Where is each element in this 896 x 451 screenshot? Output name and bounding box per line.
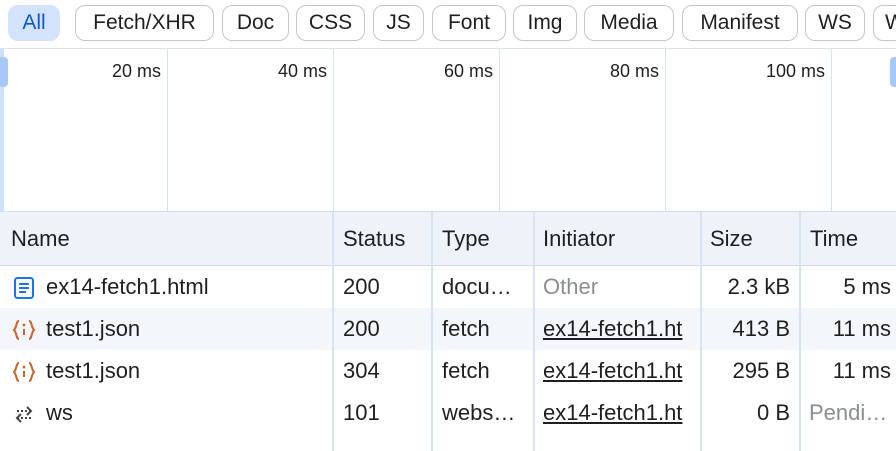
filter-media-button[interactable]: Media <box>584 5 674 41</box>
filter-manifest-button[interactable]: Manifest <box>682 5 798 41</box>
timeline-gridline <box>167 49 168 212</box>
request-type: fetch <box>442 358 490 383</box>
request-type: docu… <box>442 274 512 299</box>
resource-type-filter-bar: All Fetch/XHR Doc CSS JS Font Img Media … <box>0 0 896 48</box>
filter-js-button[interactable]: JS <box>373 5 424 41</box>
request-size: 295 B <box>732 358 791 383</box>
column-divider[interactable] <box>799 212 801 451</box>
column-header-time[interactable]: Time <box>810 212 858 266</box>
request-time: 11 ms <box>832 316 891 341</box>
column-header-name[interactable]: Name <box>11 212 70 266</box>
request-name: ws <box>46 400 73 425</box>
request-initiator: Other <box>543 274 599 299</box>
websocket-icon <box>15 406 33 423</box>
timeline-tick-label: 80 ms <box>609 61 659 81</box>
request-name: test1.json <box>46 358 141 383</box>
filter-all-button[interactable]: All <box>8 5 60 41</box>
request-name: ex14-fetch1.html <box>46 274 209 299</box>
table-row[interactable]: ws 101 webs… ex14-fetch1.ht 0 B Pendi… <box>0 392 896 434</box>
column-header-initiator[interactable]: Initiator <box>543 212 615 266</box>
timeline-overview[interactable]: 20 ms 40 ms 60 ms 80 ms 100 ms <box>0 48 896 212</box>
filter-wasm-button[interactable]: W <box>873 5 896 41</box>
request-size: 413 B <box>732 316 791 341</box>
column-header-size[interactable]: Size <box>710 212 753 266</box>
json-icon <box>12 362 36 382</box>
filter-css-button[interactable]: CSS <box>296 5 365 41</box>
timeline-gridline <box>665 49 666 212</box>
column-header-status[interactable]: Status <box>343 212 405 266</box>
filter-font-button[interactable]: Font <box>432 5 506 41</box>
request-status: 200 <box>343 274 380 299</box>
timeline-tick-label: 100 ms <box>765 61 825 81</box>
request-initiator-link[interactable]: ex14-fetch1.ht <box>543 350 700 392</box>
request-status: 200 <box>343 316 380 341</box>
request-status: 101 <box>343 400 380 425</box>
request-initiator-link[interactable]: ex14-fetch1.ht <box>543 308 700 350</box>
table-row[interactable]: ex14-fetch1.html 200 docu… Other 2.3 kB … <box>0 266 896 308</box>
request-size: 0 B <box>756 400 790 425</box>
json-icon <box>12 320 36 340</box>
document-icon <box>14 277 34 299</box>
timeline-tick-label: 20 ms <box>111 61 161 81</box>
column-divider[interactable] <box>533 212 535 451</box>
overview-right-resize-handle[interactable] <box>890 57 896 87</box>
request-status: 304 <box>343 358 380 383</box>
timeline-gridline <box>333 49 334 212</box>
request-type: fetch <box>442 316 490 341</box>
request-type: webs… <box>442 400 516 425</box>
request-time: Pendi… <box>809 400 888 425</box>
request-time: 5 ms <box>843 274 891 299</box>
column-divider[interactable] <box>700 212 702 451</box>
request-name: test1.json <box>46 316 141 341</box>
timeline-gridline <box>499 49 500 212</box>
filter-img-button[interactable]: Img <box>513 5 577 41</box>
request-initiator-link[interactable]: ex14-fetch1.ht <box>543 392 700 434</box>
table-row[interactable]: test1.json 304 fetch ex14-fetch1.ht 295 … <box>0 350 896 392</box>
table-header-row: Name Status Type Initiator Size Time <box>0 212 896 266</box>
timeline-tick-label: 60 ms <box>443 61 493 81</box>
filter-fetch-xhr-button[interactable]: Fetch/XHR <box>75 5 214 41</box>
timeline-gridline <box>831 49 832 212</box>
overview-left-resize-handle[interactable] <box>0 57 8 87</box>
column-divider[interactable] <box>431 212 433 451</box>
timeline-tick-label: 40 ms <box>277 61 327 81</box>
network-requests-table: Name Status Type Initiator Size Time ex1… <box>0 211 896 451</box>
request-size: 2.3 kB <box>727 274 790 299</box>
request-time: 11 ms <box>832 358 891 383</box>
column-divider[interactable] <box>332 212 334 451</box>
filter-ws-button[interactable]: WS <box>805 5 865 41</box>
column-header-type[interactable]: Type <box>442 212 490 266</box>
table-row[interactable]: test1.json 200 fetch ex14-fetch1.ht 413 … <box>0 308 896 350</box>
filter-doc-button[interactable]: Doc <box>222 5 289 41</box>
